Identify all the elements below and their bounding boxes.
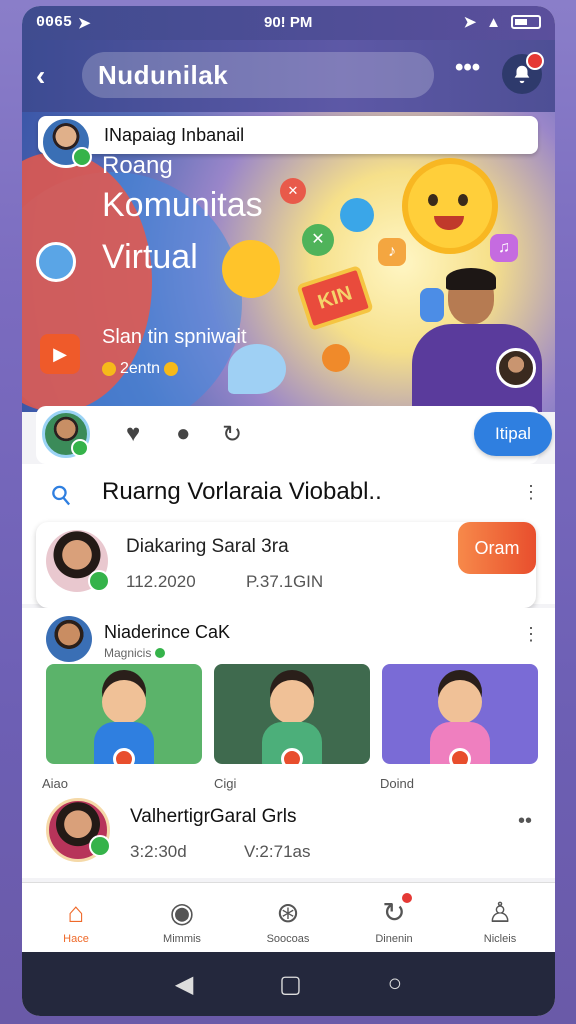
system-nav-bar: ◀ ▢ ○: [22, 952, 555, 1016]
chat-icon[interactable]: [36, 242, 76, 282]
heart-bubble-icon: [340, 198, 374, 232]
avatar[interactable]: [42, 410, 90, 458]
avatar[interactable]: [40, 116, 92, 168]
play-icon[interactable]: ▶: [40, 334, 80, 374]
signal-icon: ▲: [486, 13, 501, 31]
status-icons: ➤ ▲: [464, 13, 541, 31]
chat-bubble-icon: [228, 344, 286, 394]
hero-coin-text: 2entn: [120, 360, 161, 377]
room-name: Diakaring Saral 3ra: [126, 536, 289, 557]
more-options-icon[interactable]: •••: [455, 54, 480, 82]
room-stat: P.37.1GIN: [246, 572, 324, 591]
hero-user-name: INapaiag Inbanail: [104, 125, 245, 145]
comment-icon[interactable]: ●: [176, 420, 191, 448]
music-note-icon: ♫: [490, 234, 518, 262]
battery-icon: [511, 15, 541, 29]
nav-item-profile[interactable]: ♙ Nicleis: [450, 883, 550, 953]
rocket-icon: ⊛: [276, 897, 300, 928]
avatar[interactable]: [46, 530, 110, 592]
avatar[interactable]: [46, 798, 111, 862]
hero-title-line3: Virtual: [102, 238, 198, 276]
nav-item-explore[interactable]: ⊛ Soocoas: [238, 883, 338, 953]
home-icon: ⌂: [67, 897, 85, 928]
hero-coins: 2entn: [102, 360, 179, 378]
nav-label: Nicleis: [483, 933, 517, 945]
profile-icon: ♙: [487, 897, 513, 928]
like-heart-icon[interactable]: ♥: [126, 420, 140, 448]
nav-item-home[interactable]: ⌂ Hace: [26, 883, 126, 953]
video-thumbnail[interactable]: [46, 664, 202, 764]
video-thumbnail[interactable]: [214, 664, 370, 764]
back-triangle-icon[interactable]: ◀: [175, 970, 193, 999]
sun-face-icon: [222, 240, 280, 298]
nav-label: Hace: [63, 933, 89, 945]
avatar[interactable]: [496, 348, 536, 388]
play-pin-icon: [113, 748, 135, 764]
smiley-face-icon: [408, 164, 492, 248]
avatar[interactable]: [46, 616, 92, 662]
kin-box-icon: KIN: [296, 264, 374, 332]
recents-circle-icon[interactable]: ○: [388, 970, 403, 998]
play-pin-icon: [449, 748, 471, 764]
feed-author-sub: Magnicis: [104, 646, 166, 660]
cross-bubble-icon: ✕: [302, 224, 334, 256]
status-bar: 0065 ➤ 90! PM ➤ ▲: [22, 6, 555, 40]
hero-person-illustration: [402, 268, 552, 412]
open-button[interactable]: Oram: [458, 522, 536, 574]
video-thumbnail[interactable]: [382, 664, 538, 764]
more-options-icon[interactable]: ••: [518, 810, 532, 833]
status-time: 90! PM: [264, 14, 313, 31]
search-icon: ◉: [169, 897, 195, 928]
room-card[interactable]: Diakaring Saral 3ra 112.2020 P.37.1GIN O…: [36, 522, 536, 608]
online-dot-icon: [155, 648, 166, 658]
location-icon: ➤: [463, 14, 477, 31]
thumbnail-label: Doind: [380, 776, 414, 791]
thumbnail-label: Aiao: [42, 776, 69, 791]
music-note-icon: ♪: [378, 238, 406, 266]
nav-label: Dinenin: [375, 933, 413, 945]
share-icon[interactable]: ↻: [222, 420, 242, 449]
follow-button[interactable]: Itipal: [474, 412, 552, 456]
post-action-bar: ♥ ● ↻ Itipal: [36, 406, 552, 464]
app-header: ‹ Nudunilak •••: [22, 40, 555, 112]
hero-title-line1: Roang: [102, 152, 173, 179]
status-left: 0065: [36, 14, 73, 31]
page-title[interactable]: Nudunilak: [82, 52, 434, 98]
feed-author-name[interactable]: Niaderince CaK: [104, 622, 230, 643]
notification-badge: [400, 891, 414, 905]
location-arrow-icon: ➤: [78, 15, 91, 32]
hero-title-line2: Komunitas: [102, 186, 263, 224]
hero-banner[interactable]: INapaiag Inbanail Roang Komunitas Virtua…: [22, 112, 555, 412]
room-stat: 112.2020: [126, 572, 196, 591]
home-square-icon[interactable]: ▢: [279, 970, 302, 999]
list-item[interactable]: ValhertigrGaral Grls 3:2:30d V:2:71as ••: [22, 794, 555, 874]
phone-screen: 0065 ➤ 90! PM ➤ ▲ ‹ Nudunilak ••• INapai…: [22, 6, 555, 1016]
bottom-nav: ⌂ Hace ◉ Mimmis ⊛ Soocoas ↻ Dinenin ♙ Ni…: [22, 882, 555, 952]
notification-bell-icon[interactable]: [502, 52, 544, 94]
coin-icon: [102, 362, 116, 376]
section-title: Ruarng Vorlaraia Viobabl..: [102, 478, 382, 505]
more-options-icon[interactable]: ⋮: [522, 624, 540, 645]
coin-float-icon: [322, 344, 350, 372]
coin-icon: [164, 362, 179, 376]
hero-user-bar[interactable]: INapaiag Inbanail: [38, 116, 538, 154]
hero-subtitle: Slan tin spniwait: [102, 326, 247, 348]
feed-section: Niaderince CaK Magnicis ⋮ Aiao Cigi Doin…: [22, 608, 555, 878]
nav-label: Mimmis: [163, 933, 201, 945]
thumbnail-label: Cigi: [214, 776, 237, 791]
list-item-stat: V:2:71as: [244, 842, 311, 861]
list-item-stat: 3:2:30d: [130, 842, 187, 861]
nav-item-activity[interactable]: ↻ Dinenin: [344, 883, 444, 953]
list-item-name: ValhertigrGaral Grls: [130, 806, 297, 827]
x-bubble-icon: ✕: [280, 178, 306, 204]
nav-item-search[interactable]: ◉ Mimmis: [132, 883, 232, 953]
feed-author-subtitle: Magnicis: [104, 646, 152, 660]
back-arrow-icon[interactable]: ‹: [36, 60, 45, 92]
play-pin-icon: [281, 748, 303, 764]
nav-label: Soocoas: [266, 933, 310, 945]
link-icon: ⚲: [44, 477, 79, 513]
community-section: ⚲ Ruarng Vorlaraia Viobabl.. ⋮ Diakaring…: [22, 464, 555, 608]
more-options-icon[interactable]: ⋮: [522, 482, 540, 503]
